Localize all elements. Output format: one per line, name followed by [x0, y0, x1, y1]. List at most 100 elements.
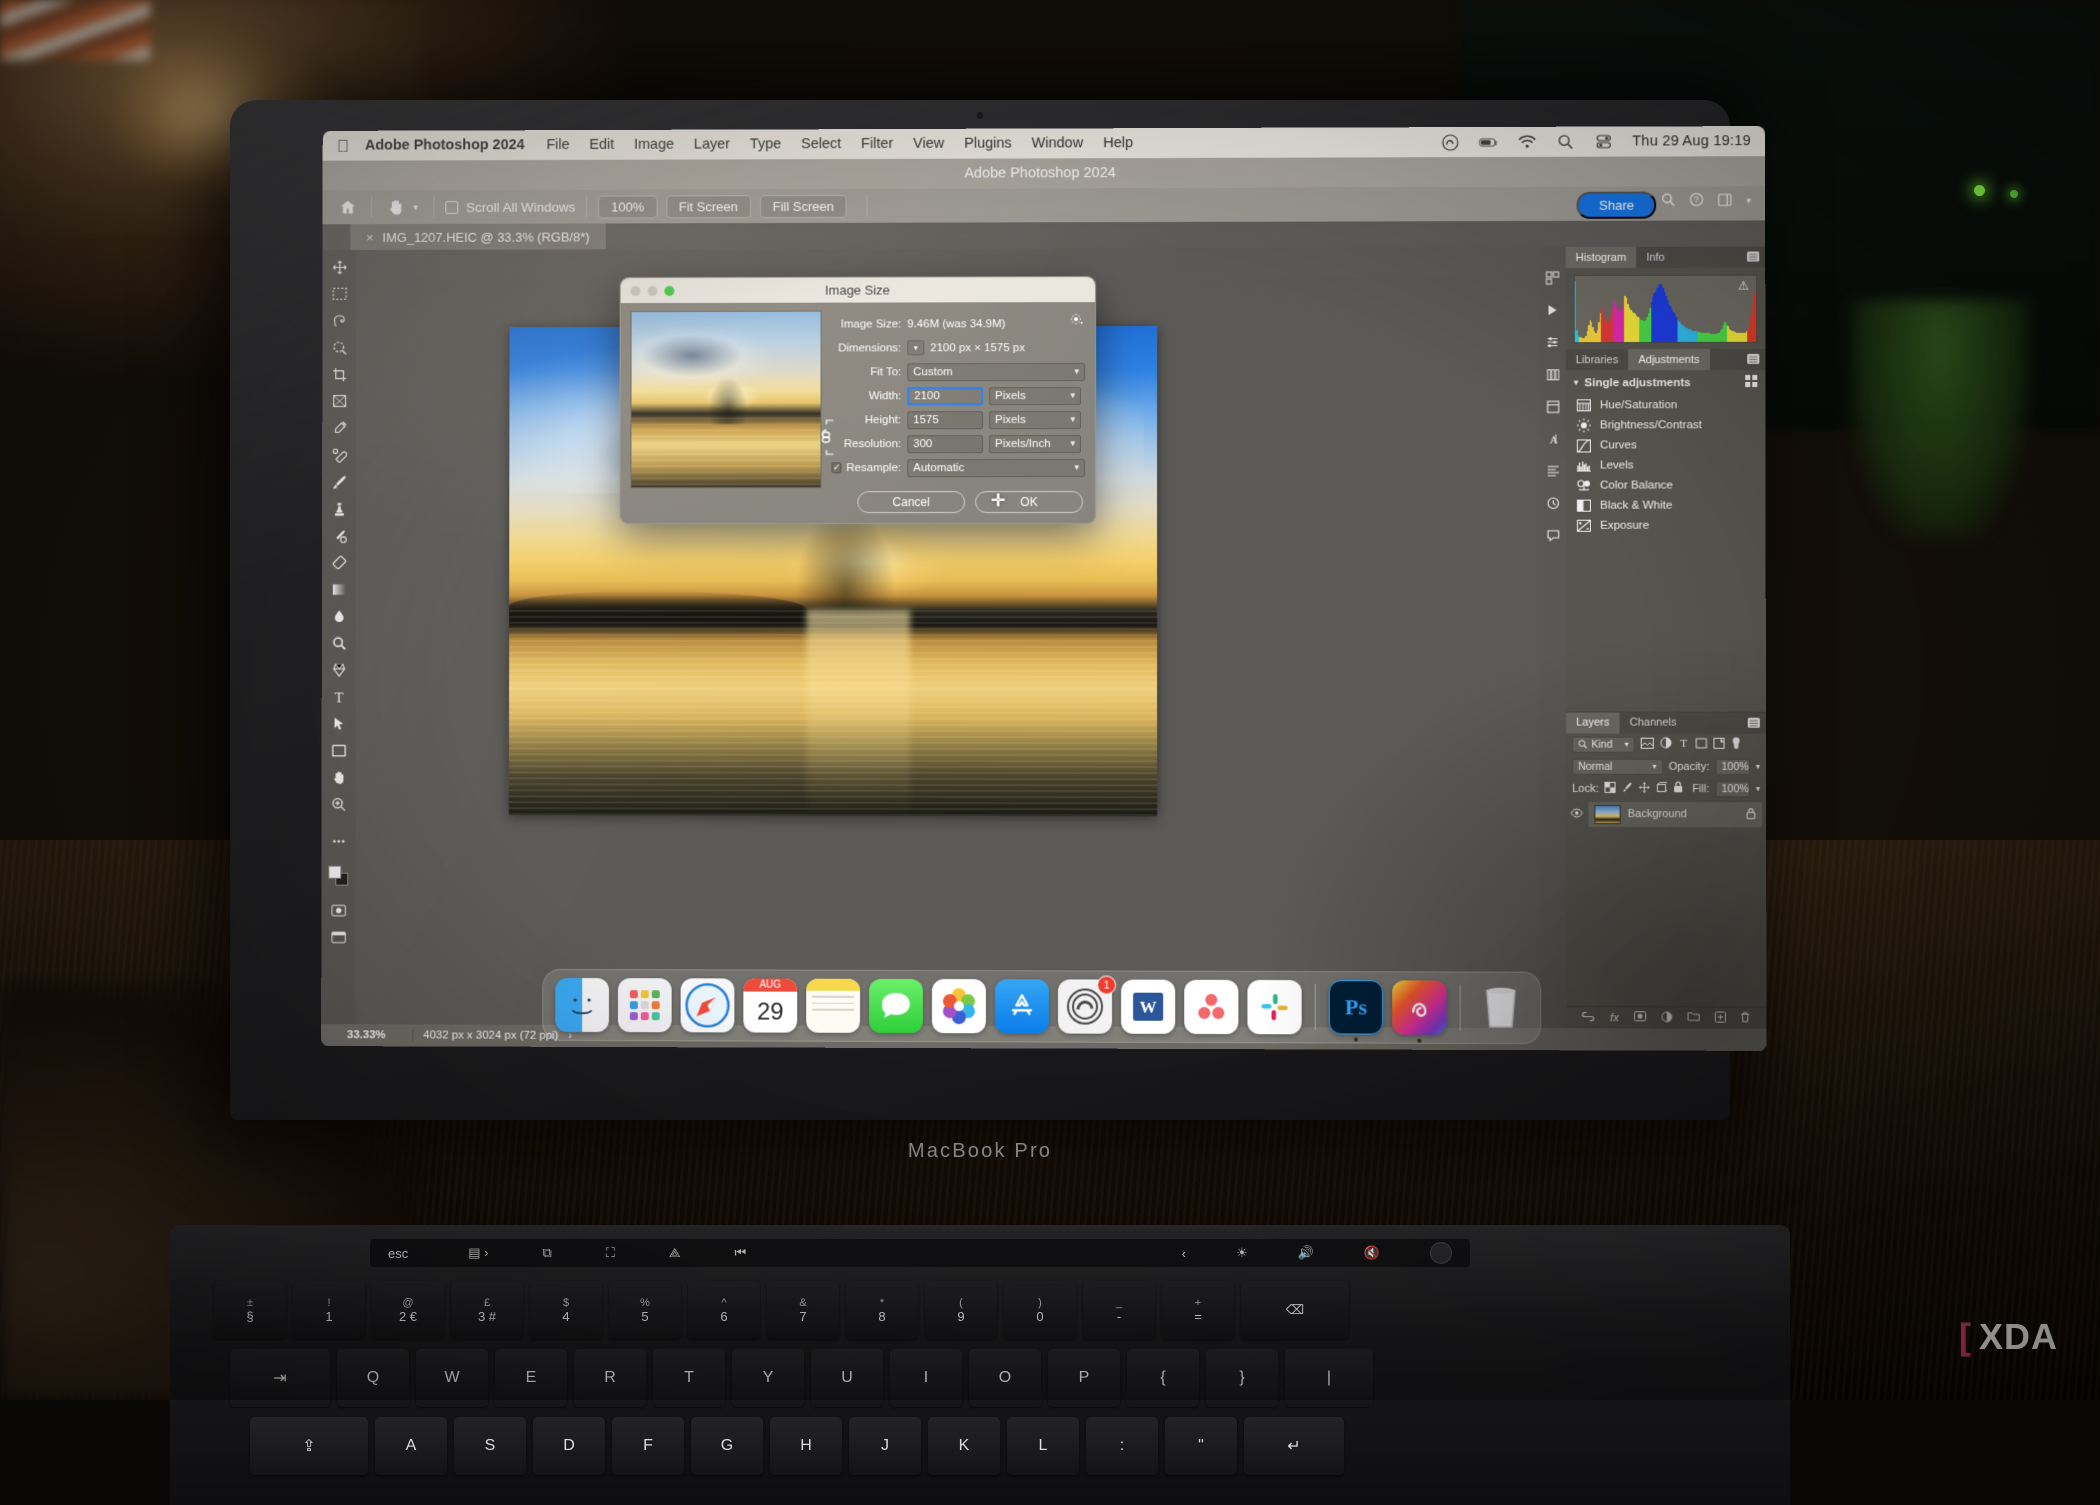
pixel-filter-icon[interactable] [1641, 737, 1654, 751]
resample-checkbox[interactable]: ✓ [831, 462, 842, 474]
key-0[interactable]: ) 0 [1004, 1281, 1076, 1339]
foreground-color-swatch[interactable] [328, 865, 342, 879]
dock-item-asana[interactable] [1184, 979, 1239, 1035]
chevron-down-icon[interactable]: ▾ [1652, 762, 1656, 771]
menubar-app-name[interactable]: Adobe Photoshop 2024 [365, 137, 525, 153]
lock-icon[interactable] [1746, 807, 1756, 822]
key-{[interactable]: { [1127, 1349, 1199, 1407]
search-icon[interactable] [1556, 132, 1575, 151]
dock-item-app-store[interactable] [994, 979, 1049, 1034]
wifi-icon[interactable] [1517, 132, 1536, 151]
properties-icon[interactable] [1543, 397, 1563, 415]
help-icon[interactable]: ? [1690, 192, 1704, 209]
dock-item-photos[interactable] [931, 979, 986, 1034]
lock-image-icon[interactable] [1622, 781, 1633, 795]
volume-icon[interactable]: 🔊 [1298, 1245, 1314, 1261]
key-O[interactable]: O [969, 1349, 1041, 1407]
gradient-tool[interactable] [325, 576, 353, 602]
key-4[interactable]: $4 [530, 1281, 602, 1339]
smart-object-filter-icon[interactable] [1713, 737, 1724, 751]
key-2€[interactable]: @2 € [372, 1281, 444, 1339]
brightness-icon[interactable]: ☀ [1236, 1245, 1248, 1261]
healing-brush-tool[interactable] [325, 442, 353, 468]
key-sym[interactable]: ↵ [1244, 1417, 1344, 1475]
battery-icon[interactable] [1479, 132, 1498, 151]
eraser-tool[interactable] [325, 549, 353, 575]
grid-view-icon[interactable] [1745, 374, 1758, 390]
key-G[interactable]: G [691, 1417, 763, 1475]
touch-bar[interactable]: esc ▤ › ⧉ ⛶ ⟁ ⏮ ‹ ☀ 🔊 🔇 [370, 1239, 1470, 1267]
mission-control-icon[interactable]: ▤ › [468, 1245, 488, 1261]
new-group-icon[interactable] [1687, 1011, 1699, 1024]
dock-item-trash[interactable] [1474, 981, 1528, 1035]
adjustment-curves[interactable]: Curves [1566, 435, 1766, 455]
fit-screen-button[interactable]: Fit Screen [666, 194, 751, 218]
scroll-all-windows-checkbox[interactable]: Scroll All Windows [445, 199, 575, 214]
eye-icon[interactable] [1570, 807, 1583, 820]
home-icon[interactable] [334, 195, 360, 219]
previous-track-icon[interactable]: ⏮ [734, 1245, 746, 1261]
adjustment-hue-saturation[interactable]: Hue/Saturation [1566, 395, 1766, 415]
key-7[interactable]: & 7 [767, 1281, 839, 1339]
play-icon[interactable] [1542, 301, 1562, 319]
height-input[interactable]: 1575 [907, 410, 984, 429]
menu-select[interactable]: Select [801, 136, 841, 152]
eyedropper-tool[interactable] [325, 415, 353, 441]
fill-screen-button[interactable]: Fill Screen [759, 194, 847, 218]
lock-all-icon[interactable] [1673, 781, 1683, 796]
image-size-dialog[interactable]: Image Size Image Size: 9.46M (was 34.9M)… [619, 276, 1097, 525]
chevron-down-icon[interactable]: ▾ [409, 195, 423, 219]
paragraph-icon[interactable] [1543, 462, 1563, 480]
comments-icon[interactable] [1543, 526, 1563, 544]
lock-position-icon[interactable] [1639, 781, 1650, 795]
menu-edit[interactable]: Edit [589, 137, 614, 153]
airplay-icon[interactable]: ⟁ [669, 1245, 681, 1261]
zoom-tool[interactable] [325, 791, 353, 817]
filter-toggle-icon[interactable] [1731, 736, 1742, 752]
key-T[interactable]: T [653, 1349, 725, 1407]
key-3#[interactable]: £3 # [451, 1281, 523, 1339]
dock-item-launchpad[interactable] [617, 978, 672, 1033]
lasso-tool[interactable] [325, 308, 353, 334]
dock-item-photoshop[interactable]: Ps [1328, 980, 1384, 1042]
status-zoom-level[interactable]: 33.33% [347, 1029, 412, 1041]
history-icon[interactable] [1543, 494, 1563, 512]
lock-artboard-icon[interactable] [1656, 781, 1667, 795]
libraries-icon[interactable] [1543, 365, 1563, 383]
move-tool[interactable] [325, 254, 353, 280]
tab-layers[interactable]: Layers [1566, 712, 1620, 734]
tab-info[interactable]: Info [1636, 247, 1675, 268]
tab-channels[interactable]: Channels [1620, 712, 1687, 733]
marquee-tool[interactable] [325, 281, 353, 307]
histogram-chart[interactable]: ⚠ [1573, 274, 1758, 344]
character-icon[interactable]: A [1543, 429, 1563, 447]
chevron-down-icon[interactable]: ▾ [1625, 740, 1629, 749]
key--[interactable]: _ - [1083, 1281, 1155, 1339]
link-constrain-icon[interactable] [816, 415, 829, 453]
layer-style-icon[interactable]: fx [1610, 1012, 1619, 1024]
frame-tool[interactable] [325, 388, 353, 414]
layer-kind-filter[interactable]: Kind ▾ [1572, 736, 1635, 753]
fill-value[interactable]: 100% [1715, 780, 1750, 797]
key-S[interactable]: S [454, 1417, 526, 1475]
type-filter-icon[interactable]: T [1678, 737, 1689, 752]
adjustment-levels[interactable]: Levels [1566, 455, 1766, 475]
key-5[interactable]: % 5 [609, 1281, 681, 1339]
edit-toolbar-icon[interactable] [324, 828, 352, 854]
opacity-value[interactable]: 100% [1715, 758, 1750, 775]
key-|[interactable]: | [1285, 1349, 1373, 1407]
chevron-down-icon[interactable]: ▾ [907, 340, 925, 356]
key-K[interactable]: K [928, 1417, 1000, 1475]
close-icon[interactable]: × [366, 230, 374, 245]
dodge-tool[interactable] [325, 630, 353, 656]
key-⇥[interactable]: ⇥ [230, 1349, 330, 1407]
key-sym[interactable]: " [1165, 1417, 1237, 1475]
dock-item-notes[interactable] [806, 978, 861, 1033]
link-layers-icon[interactable] [1582, 1012, 1595, 1024]
chevron-down-icon[interactable]: ▾ [1756, 784, 1760, 793]
dock-item-creative-cloud[interactable] [1392, 980, 1447, 1043]
clone-stamp-tool[interactable] [325, 495, 353, 521]
history-brush-tool[interactable] [325, 522, 353, 548]
apple-icon[interactable]:  [337, 136, 350, 155]
gear-icon[interactable] [1070, 313, 1083, 329]
